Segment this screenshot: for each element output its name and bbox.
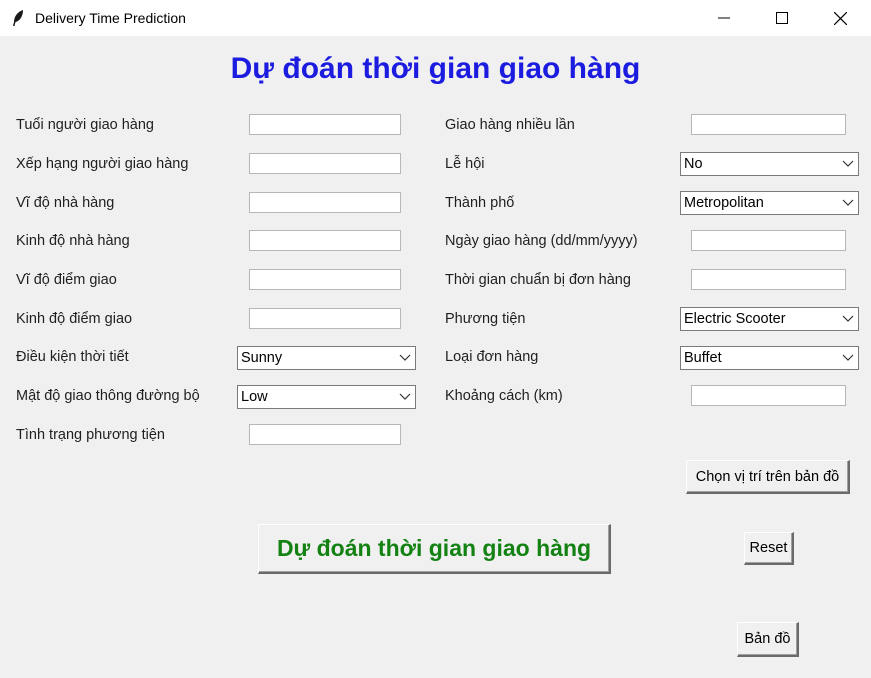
restaurant-longitude-input[interactable]: [249, 230, 401, 251]
reset-button[interactable]: Reset: [744, 532, 794, 565]
festival-select[interactable]: No: [680, 152, 859, 176]
map-button[interactable]: Bản đồ: [737, 622, 799, 657]
festival-value: No: [684, 156, 703, 172]
restaurant-longitude-label: Kinh độ nhà hàng: [16, 233, 130, 249]
traffic-label: Mật độ giao thông đường bộ: [16, 388, 200, 404]
page-title: Dự đoán thời gian giao hàng: [230, 52, 641, 85]
prep-time-label: Thời gian chuẩn bị đơn hàng: [445, 272, 631, 288]
rating-label: Xếp hạng người giao hàng: [16, 156, 189, 172]
chevron-down-icon: [399, 354, 411, 361]
drop-latitude-input[interactable]: [249, 269, 401, 290]
vehicle-condition-input[interactable]: [249, 424, 401, 445]
maximize-button[interactable]: [753, 0, 811, 36]
title-bar: Delivery Time Prediction: [0, 0, 871, 36]
distance-label: Khoảng cách (km): [445, 388, 563, 404]
minimize-icon: [718, 17, 730, 19]
age-label: Tuổi người giao hàng: [16, 117, 154, 133]
vehicle-condition-label: Tình trạng phương tiện: [16, 427, 166, 443]
traffic-value: Low: [241, 389, 268, 405]
drop-latitude-label: Vĩ độ điểm giao: [16, 272, 117, 288]
chevron-down-icon: [399, 393, 411, 400]
weather-label: Điều kiện thời tiết: [16, 349, 129, 365]
close-icon: [833, 11, 847, 25]
predict-button[interactable]: Dự đoán thời gian giao hàng: [258, 524, 611, 574]
restaurant-latitude-input[interactable]: [249, 192, 401, 213]
feather-icon: [13, 10, 23, 26]
vehicle-select[interactable]: Electric Scooter: [680, 307, 859, 331]
drop-longitude-label: Kinh độ điểm giao: [16, 311, 133, 327]
rating-input[interactable]: [249, 153, 401, 174]
age-input[interactable]: [249, 114, 401, 135]
maximize-icon: [776, 12, 788, 24]
order-type-select[interactable]: Buffet: [680, 346, 859, 370]
restaurant-latitude-label: Vĩ độ nhà hàng: [16, 195, 115, 211]
drop-longitude-input[interactable]: [249, 308, 401, 329]
vehicle-label: Phương tiện: [445, 311, 526, 327]
city-select[interactable]: Metropolitan: [680, 191, 859, 215]
festival-label: Lễ hội: [445, 156, 485, 172]
chevron-down-icon: [842, 160, 854, 167]
window-title: Delivery Time Prediction: [35, 10, 186, 26]
multiple-deliveries-label: Giao hàng nhiều lần: [445, 117, 575, 133]
weather-value: Sunny: [241, 350, 283, 366]
close-button[interactable]: [811, 0, 869, 36]
chevron-down-icon: [842, 315, 854, 322]
choose-map-location-button[interactable]: Chọn vị trí trên bản đồ: [686, 460, 850, 494]
minimize-button[interactable]: [695, 0, 753, 36]
city-label: Thành phố: [445, 195, 515, 211]
city-value: Metropolitan: [684, 195, 764, 211]
order-date-label: Ngày giao hàng (dd/mm/yyyy): [445, 233, 638, 249]
prep-time-input[interactable]: [691, 269, 846, 290]
chevron-down-icon: [842, 199, 854, 206]
weather-select[interactable]: Sunny: [237, 346, 416, 370]
chevron-down-icon: [842, 354, 854, 361]
vehicle-value: Electric Scooter: [684, 311, 786, 327]
traffic-select[interactable]: Low: [237, 385, 416, 409]
distance-input[interactable]: [691, 385, 846, 406]
multiple-deliveries-input[interactable]: [691, 114, 846, 135]
order-type-value: Buffet: [684, 350, 722, 366]
order-date-input[interactable]: [691, 230, 846, 251]
order-type-label: Loại đơn hàng: [445, 349, 539, 365]
